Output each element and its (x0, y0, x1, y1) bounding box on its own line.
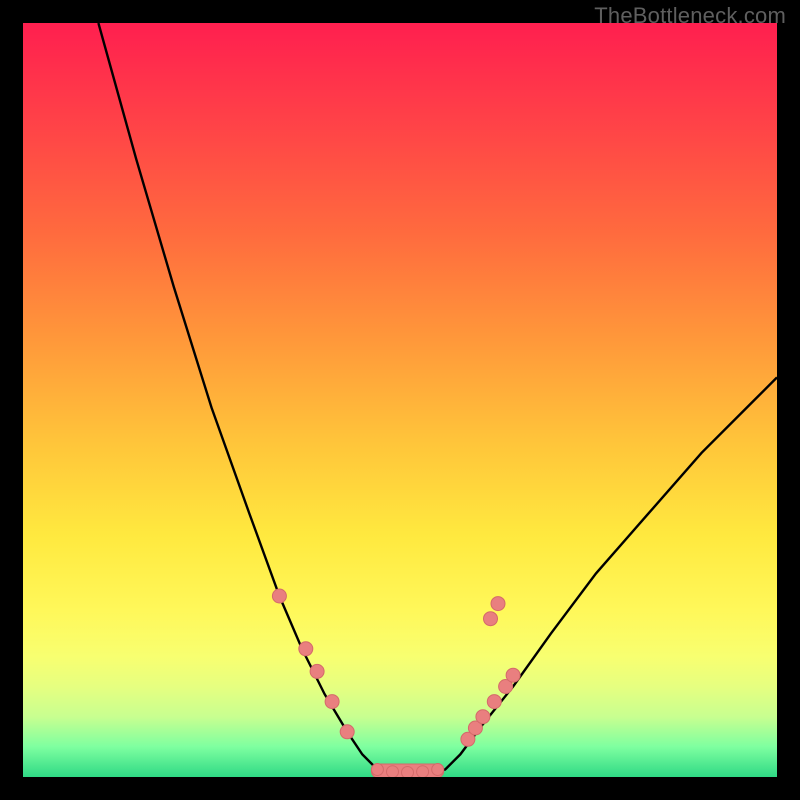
data-point (476, 710, 490, 724)
watermark-text: TheBottleneck.com (594, 3, 786, 29)
data-point (272, 589, 286, 603)
chart-frame: TheBottleneck.com (0, 0, 800, 800)
data-point (310, 664, 324, 678)
data-point (387, 766, 399, 777)
data-point (299, 642, 313, 656)
curve-layer (23, 23, 777, 777)
plot-area (23, 23, 777, 777)
data-point (417, 766, 429, 777)
v-curve (98, 23, 777, 773)
data-point (432, 764, 444, 776)
data-point (325, 695, 339, 709)
bottleneck-curve (98, 23, 777, 773)
data-point (506, 668, 520, 682)
data-point (371, 764, 383, 776)
data-point (491, 597, 505, 611)
data-point (487, 695, 501, 709)
data-markers (272, 589, 520, 777)
data-point (340, 725, 354, 739)
data-point (484, 612, 498, 626)
data-point (402, 767, 414, 778)
